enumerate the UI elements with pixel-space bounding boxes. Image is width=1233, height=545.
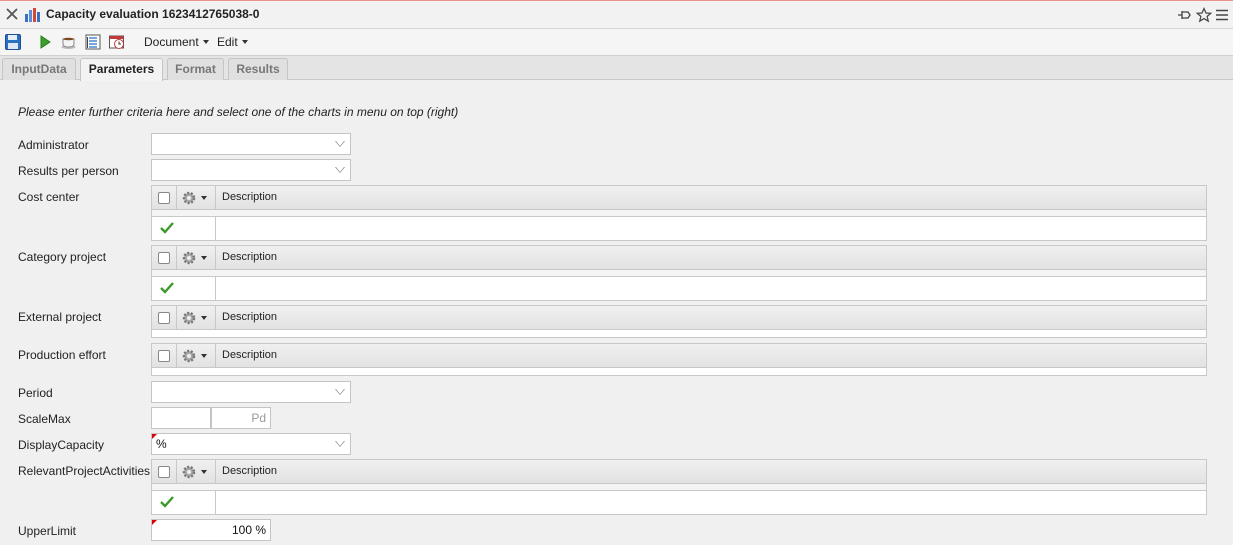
bar-chart-icon [25,8,40,22]
period-select[interactable] [151,381,351,403]
displaycapacity-select[interactable]: % [151,433,351,455]
category-project-grid: Description [151,245,1207,301]
period-label: Period [18,386,53,400]
description-column-header[interactable]: Description [222,191,277,203]
external-project-grid: Description [151,305,1207,338]
scalemax-unit: Pd [211,407,271,429]
results-per-person-label: Results per person [18,164,119,178]
instruction-text: Please enter further criteria here and s… [18,105,459,119]
table-row[interactable] [152,216,1206,240]
administrator-label: Administrator [18,138,89,152]
coffee-cup-icon[interactable] [60,33,78,51]
select-all-checkbox[interactable] [158,192,170,204]
relevant-project-activities-label: RelevantProjectActivities [18,464,151,478]
chevron-down-icon[interactable] [201,256,207,260]
cost-center-grid: Description [151,185,1207,241]
gear-icon[interactable] [181,250,197,266]
upperlimit-label: UpperLimit [18,524,77,538]
checkmark-icon [160,222,174,234]
chevron-down-icon[interactable] [201,354,207,358]
window-titlebar: Capacity evaluation 1623412765038-0 [0,0,1233,29]
toolbar: Document Edit [0,29,1233,56]
checkmark-icon [160,496,174,508]
displaycapacity-label: DisplayCapacity [18,438,105,452]
select-all-checkbox[interactable] [158,466,170,478]
external-project-label: External project [18,310,102,324]
administrator-select[interactable] [151,133,351,155]
tab-bar: InputData Parameters Format Results [0,56,1233,81]
tab-results[interactable]: Results [228,58,288,80]
scalemax-label: ScaleMax [18,412,71,426]
tab-inputdata[interactable]: InputData [2,58,76,80]
edit-menu[interactable]: Edit [217,35,248,49]
grid-header: Description [152,344,1206,368]
production-effort-grid: Description [151,343,1207,376]
table-row[interactable] [152,276,1206,300]
cost-center-label: Cost center [18,190,80,204]
dropdown-arrow-icon[interactable] [335,141,345,147]
description-column-header[interactable]: Description [222,349,277,361]
hamburger-menu-icon[interactable] [1214,7,1230,23]
description-column-header[interactable]: Description [222,465,277,477]
gear-icon[interactable] [181,310,197,326]
table-row[interactable] [152,490,1206,514]
run-icon[interactable] [36,33,54,51]
chevron-down-icon[interactable] [201,316,207,320]
select-all-checkbox[interactable] [158,252,170,264]
grid-header: Description [152,306,1206,330]
select-all-checkbox[interactable] [158,312,170,324]
results-per-person-select[interactable] [151,159,351,181]
star-icon[interactable] [1196,7,1212,23]
select-all-checkbox[interactable] [158,350,170,362]
close-icon[interactable] [4,6,20,22]
required-marker [152,520,157,525]
checkmark-icon [160,282,174,294]
list-view-icon[interactable] [84,33,102,51]
gear-icon[interactable] [181,464,197,480]
tab-parameters[interactable]: Parameters [80,58,163,81]
clock-calendar-icon[interactable] [108,33,126,51]
document-menu[interactable]: Document [144,35,209,49]
tab-format[interactable]: Format [167,58,224,80]
chevron-down-icon[interactable] [201,470,207,474]
category-project-label: Category project [18,250,107,264]
chevron-down-icon [241,40,248,44]
save-icon[interactable] [4,33,22,51]
gear-icon[interactable] [181,190,197,206]
description-column-header[interactable]: Description [222,311,277,323]
dropdown-arrow-icon[interactable] [335,167,345,173]
description-column-header[interactable]: Description [222,251,277,263]
dropdown-arrow-icon[interactable] [335,441,345,447]
chevron-down-icon[interactable] [201,196,207,200]
gear-icon[interactable] [181,348,197,364]
relevant-project-activities-grid: Description [151,459,1207,515]
window-title: Capacity evaluation 1623412765038-0 [46,7,260,21]
chevron-down-icon [202,40,209,44]
pin-icon[interactable] [1176,7,1192,23]
upperlimit-input[interactable]: 100 % [151,519,271,541]
scalemax-input[interactable] [151,407,211,429]
grid-header: Description [152,186,1206,210]
grid-header: Description [152,246,1206,270]
production-effort-label: Production effort [18,348,106,362]
grid-header: Description [152,460,1206,484]
dropdown-arrow-icon[interactable] [335,389,345,395]
